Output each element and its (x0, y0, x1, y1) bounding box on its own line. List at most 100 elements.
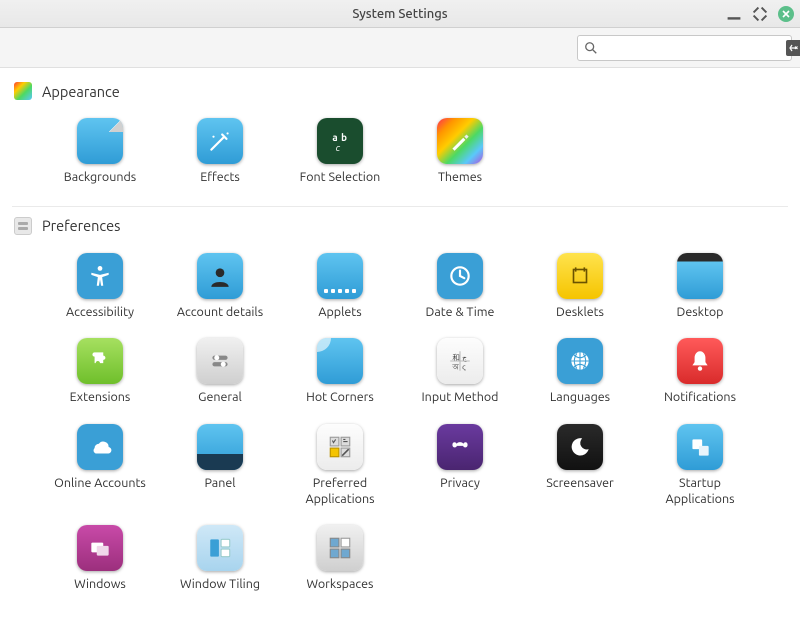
item-label: Desktop (677, 305, 724, 321)
item-label: Effects (200, 170, 240, 186)
item-accessibility[interactable]: Accessibility (45, 253, 155, 321)
item-label: Preferred Applications (285, 476, 395, 507)
online-accounts-icon (77, 424, 123, 470)
input-method-icon: 和جঅς (437, 338, 483, 384)
item-online-accounts[interactable]: Online Accounts (45, 424, 155, 507)
item-preferred-applications[interactable]: Preferred Applications (285, 424, 395, 507)
account-details-icon (197, 253, 243, 299)
section-title: Preferences (42, 217, 120, 234)
item-windows[interactable]: Windows (45, 525, 155, 593)
svg-text:c: c (336, 142, 341, 153)
themes-icon (437, 118, 483, 164)
item-label: Panel (204, 476, 235, 492)
close-button[interactable] (778, 6, 794, 22)
applets-icon (317, 253, 363, 299)
item-label: Desklets (556, 305, 604, 321)
item-startup-applications[interactable]: Startup Applications (645, 424, 755, 507)
workspaces-icon (317, 525, 363, 571)
item-languages[interactable]: Languages (525, 338, 635, 406)
effects-icon (197, 118, 243, 164)
item-label: Date & Time (426, 305, 495, 321)
section-header-preferences: Preferences (10, 217, 790, 243)
languages-icon (557, 338, 603, 384)
search-icon (584, 41, 598, 55)
item-themes[interactable]: Themes (405, 118, 515, 186)
window-title: System Settings (352, 7, 447, 21)
item-desktop[interactable]: Desktop (645, 253, 755, 321)
startup-applications-icon (677, 424, 723, 470)
item-workspaces[interactable]: Workspaces (285, 525, 395, 593)
preferences-grid: Accessibility Account details Applets Da… (10, 243, 790, 613)
backgrounds-icon (77, 118, 123, 164)
windows-icon (77, 525, 123, 571)
desktop-icon (677, 253, 723, 299)
item-label: Input Method (421, 390, 498, 406)
item-label: Backgrounds (64, 170, 136, 186)
font-selection-icon: abc (317, 118, 363, 164)
item-notifications[interactable]: Notifications (645, 338, 755, 406)
item-account-details[interactable]: Account details (165, 253, 275, 321)
item-effects[interactable]: Effects (165, 118, 275, 186)
section-title: Appearance (42, 83, 120, 100)
item-label: Accessibility (66, 305, 134, 321)
preferences-section-icon (14, 217, 32, 235)
item-date-time[interactable]: Date & Time (405, 253, 515, 321)
notifications-icon (677, 338, 723, 384)
toolbar (0, 28, 800, 68)
item-label: Screensaver (546, 476, 614, 492)
item-privacy[interactable]: Privacy (405, 424, 515, 507)
section-header-appearance: Appearance (10, 82, 790, 108)
item-label: Privacy (440, 476, 480, 492)
clear-search-button[interactable] (786, 40, 800, 56)
minimize-button[interactable] (726, 6, 742, 22)
content-area: Appearance Backgrounds Effects abc Font … (0, 68, 800, 624)
maximize-button[interactable] (752, 6, 768, 22)
general-icon (197, 338, 243, 384)
svg-text:অ: অ (451, 364, 460, 372)
item-general[interactable]: General (165, 338, 275, 406)
item-screensaver[interactable]: Screensaver (525, 424, 635, 507)
item-applets[interactable]: Applets (285, 253, 395, 321)
item-label: Notifications (664, 390, 736, 406)
divider (12, 206, 788, 207)
item-label: Extensions (70, 390, 131, 406)
titlebar: System Settings (0, 0, 800, 28)
window-tiling-icon (197, 525, 243, 571)
accessibility-icon (77, 253, 123, 299)
appearance-section-icon (14, 82, 32, 100)
item-backgrounds[interactable]: Backgrounds (45, 118, 155, 186)
item-label: Account details (177, 305, 263, 321)
item-window-tiling[interactable]: Window Tiling (165, 525, 275, 593)
item-label: Window Tiling (180, 577, 260, 593)
date-time-icon (437, 253, 483, 299)
item-label: Hot Corners (306, 390, 374, 406)
window-controls (726, 6, 794, 22)
screensaver-icon (557, 424, 603, 470)
item-label: General (198, 390, 242, 406)
item-label: Startup Applications (645, 476, 755, 507)
item-label: Applets (318, 305, 361, 321)
item-panel[interactable]: Panel (165, 424, 275, 507)
hot-corners-icon (317, 338, 363, 384)
extensions-icon (77, 338, 123, 384)
search-input[interactable] (598, 40, 786, 55)
item-label: Windows (74, 577, 126, 593)
item-extensions[interactable]: Extensions (45, 338, 155, 406)
preferred-applications-icon (317, 424, 363, 470)
desklets-icon (557, 253, 603, 299)
item-font-selection[interactable]: abc Font Selection (285, 118, 395, 186)
search-field[interactable] (577, 35, 792, 61)
svg-text:ς: ς (462, 364, 466, 372)
item-label: Languages (550, 390, 610, 406)
item-label: Themes (438, 170, 482, 186)
item-label: Font Selection (300, 170, 381, 186)
item-desklets[interactable]: Desklets (525, 253, 635, 321)
panel-icon (197, 424, 243, 470)
appearance-grid: Backgrounds Effects abc Font Selection T… (10, 108, 790, 206)
svg-text:b: b (341, 132, 347, 143)
item-hot-corners[interactable]: Hot Corners (285, 338, 395, 406)
item-label: Online Accounts (54, 476, 146, 492)
privacy-icon (437, 424, 483, 470)
item-label: Workspaces (306, 577, 373, 593)
item-input-method[interactable]: 和جঅς Input Method (405, 338, 515, 406)
